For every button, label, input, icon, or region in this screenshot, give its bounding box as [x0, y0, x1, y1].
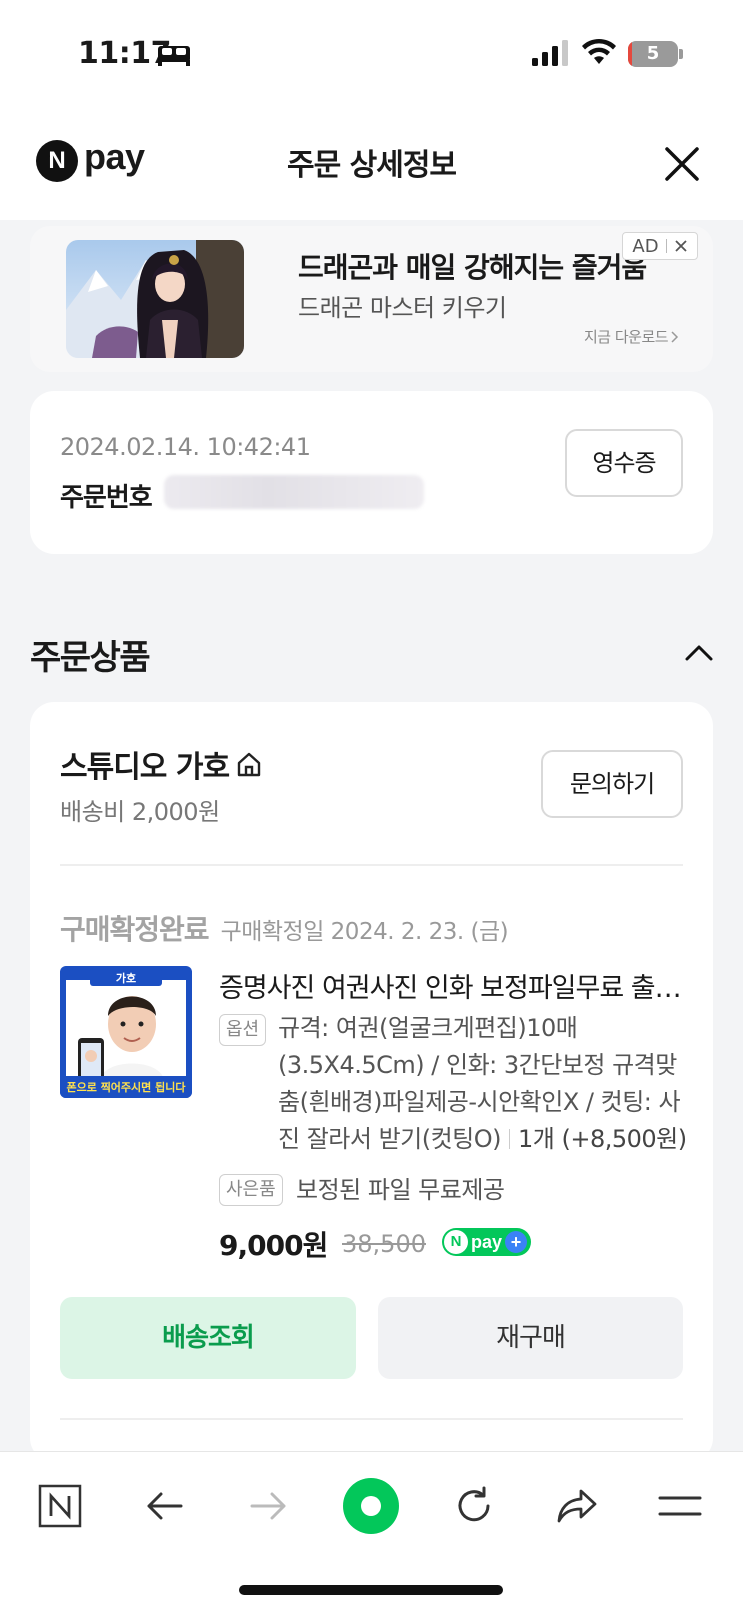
ad-game-character-image[interactable]	[66, 240, 244, 358]
battery-tip	[679, 49, 683, 59]
ad-badge-divider	[665, 239, 667, 253]
header: N pay 주문 상세정보	[0, 110, 743, 220]
divider	[60, 1418, 683, 1420]
plus-icon: +	[505, 1231, 528, 1253]
store-home-icon	[237, 752, 261, 777]
status-date: 구매확정일 2024. 2. 23. (금)	[220, 919, 509, 945]
back-button[interactable]	[135, 1476, 195, 1536]
forward-arrow-icon	[250, 1492, 286, 1520]
status-bar: 11:17 5	[0, 0, 743, 110]
home-indicator	[239, 1585, 503, 1595]
cellular-signal-icon	[532, 40, 568, 66]
share-icon	[557, 1489, 597, 1523]
page-title: 주문 상세정보	[286, 148, 457, 183]
menu-button[interactable]	[650, 1476, 710, 1536]
refresh-button[interactable]	[444, 1476, 504, 1536]
status-label: 구매확정완료	[60, 913, 210, 946]
ad-badge[interactable]: AD	[622, 232, 698, 260]
order-date: 2024.02.14. 10:42:41	[60, 433, 311, 461]
chevron-up-icon[interactable]	[684, 642, 714, 664]
gift-tag: 사은품	[219, 1174, 283, 1206]
receipt-button[interactable]: 영수증	[565, 429, 683, 497]
chevron-right-icon	[671, 330, 679, 343]
green-dot-button[interactable]	[341, 1476, 401, 1536]
inquiry-button[interactable]: 문의하기	[541, 750, 683, 818]
product-price: 9,000원	[219, 1229, 328, 1262]
browser-toolbar	[0, 1451, 743, 1611]
ad-title[interactable]: 드래곤과 매일 강해지는 즐거움	[298, 246, 647, 286]
original-price: 38,500	[342, 1230, 426, 1258]
ad-download-label: 지금 다운로드	[584, 328, 669, 346]
ad-banner[interactable]: 드래곤과 매일 강해지는 즐거움 드래곤 마스터 키우기 지금 다운로드 AD	[30, 226, 713, 372]
divider	[60, 864, 683, 866]
rebuy-button[interactable]: 재구매	[378, 1297, 683, 1379]
sleep-mode-icon	[158, 46, 190, 66]
naver-home-button[interactable]	[30, 1476, 90, 1536]
close-icon[interactable]	[662, 144, 702, 184]
purchase-status: 구매확정완료 구매확정일 2024. 2. 23. (금)	[60, 908, 509, 948]
product-name[interactable]: 증명사진 여권사진 인화 보정파일무료 출장 촬영	[219, 966, 689, 1005]
wifi-icon	[582, 38, 616, 64]
refresh-icon	[458, 1486, 490, 1522]
gift-text: 보정된 파일 무료제공	[296, 1176, 505, 1204]
thumb-caption: 폰으로 찍어주시면 됩니다	[67, 1080, 187, 1094]
order-number-redacted	[164, 475, 424, 509]
order-info-card: 2024.02.14. 10:42:41 주문번호 영수증	[30, 391, 713, 554]
share-button[interactable]	[547, 1476, 607, 1536]
option-separator	[509, 1129, 511, 1149]
battery-indicator: 5	[628, 41, 678, 67]
npay-plus-n: N	[444, 1230, 468, 1254]
order-number-label: 주문번호	[60, 483, 153, 513]
naver-n-icon	[38, 1484, 82, 1528]
npay-plus-text: pay	[471, 1231, 503, 1252]
track-delivery-button[interactable]: 배송조회	[60, 1297, 356, 1379]
back-arrow-icon	[147, 1492, 183, 1520]
npay-plus-badge: N pay +	[442, 1228, 532, 1256]
ad-label: AD	[632, 235, 659, 257]
section-title: 주문상품	[30, 638, 151, 678]
option-details: 규격: 여권(얼굴크게편집)10매(3.5X4.5Cm) / 인화: 3간단보정…	[278, 1010, 688, 1158]
ad-close-icon[interactable]	[674, 239, 688, 253]
ad-download-link[interactable]: 지금 다운로드	[584, 326, 680, 347]
store-name-link[interactable]: 스튜디오 가호	[60, 742, 263, 786]
thumb-brand: 가호	[116, 971, 136, 985]
ad-subtitle[interactable]: 드래곤 마스터 키우기	[298, 288, 507, 323]
product-thumbnail[interactable]: 가호 폰으로 찍어주시면 됩니다	[60, 966, 192, 1098]
green-dot-icon	[343, 1478, 399, 1534]
product-card: 스튜디오 가호 배송비 2,000원 문의하기 구매확정완료 구매확정일 202…	[30, 702, 713, 1462]
forward-button[interactable]	[238, 1476, 298, 1536]
option-quantity: 1개 (+8,500원)	[518, 1125, 687, 1153]
option-tag: 옵션	[219, 1014, 267, 1046]
menu-icon	[658, 1496, 702, 1516]
store-name: 스튜디오 가호	[60, 750, 230, 785]
shipping-fee: 배송비 2,000원	[60, 798, 220, 826]
